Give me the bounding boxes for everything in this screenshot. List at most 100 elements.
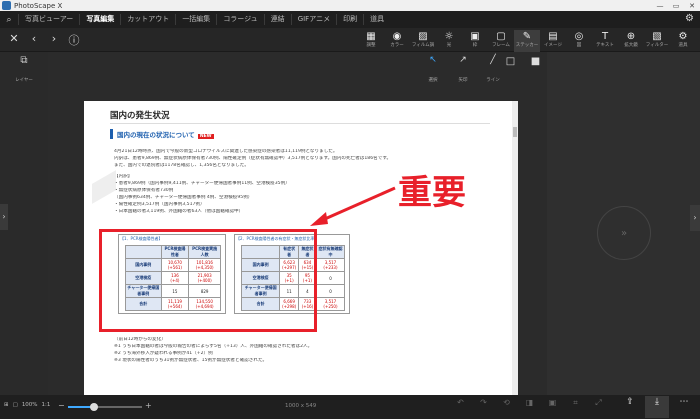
tool-shape[interactable]: ◎ 図 <box>566 30 592 52</box>
tool-label: カラー <box>390 43 404 48</box>
frame-icon: ▣ <box>470 31 480 42</box>
collapse-right-panel-button[interactable]: › <box>690 205 700 231</box>
home-search-icon[interactable]: ⌕ <box>0 11 18 28</box>
open-button[interactable]: ⇪開く <box>618 396 642 418</box>
new-badge: NEW <box>197 134 214 139</box>
grid-view-icon[interactable]: ⊞ <box>4 402 9 408</box>
zoom-percent[interactable]: 100% <box>22 402 38 408</box>
subtool-label: 矢印 <box>458 78 468 83</box>
module-tab-bar: ⌕ 写真ビューアー 写真編集 カットアウト 一括編集 コラージュ 連結 GIFア… <box>0 11 700 28</box>
redo-icon: ↷ <box>480 398 487 407</box>
close-window-button[interactable]: ✕ <box>684 2 700 10</box>
doc-line: 4月21日12時時点、国内で今般の新型コロナウイルスに関連した感染症の感染者は1… <box>114 149 338 154</box>
minimize-button[interactable]: — <box>652 2 668 10</box>
bottom-tool-redo[interactable]: ↷やり直し <box>473 397 494 417</box>
next-image-circle-icon[interactable]: » <box>597 206 651 260</box>
magnifier-icon: ⊕ <box>626 31 636 42</box>
tool-filter[interactable]: ▧ フィルター <box>644 30 670 52</box>
settings-gear-icon[interactable]: ⚙ <box>685 13 694 24</box>
revert-icon: ⟲ <box>503 398 510 407</box>
bottom-tool-save-copy[interactable]: ▣保存 <box>542 397 563 417</box>
tab-print[interactable]: 印刷 <box>336 14 363 25</box>
tool-label: 図 <box>576 43 582 48</box>
corner-marker <box>92 170 116 204</box>
tab-cutout[interactable]: カットアウト <box>120 14 175 25</box>
zoom-in-button[interactable]: + <box>145 401 152 410</box>
compare-icon: ◨ <box>525 398 534 407</box>
doc-subheading-text: 国内の現在の状況について <box>117 131 195 139</box>
red-highlight-box[interactable] <box>99 229 317 332</box>
bottom-tool-crop[interactable]: ⌗切り取り <box>565 397 586 417</box>
save-button[interactable]: ⤓保存 <box>645 396 669 418</box>
tab-tools[interactable]: 道具 <box>363 14 390 25</box>
tab-batch[interactable]: 一括編集 <box>175 14 216 25</box>
bottom-tool-compare[interactable]: ◨比較 <box>519 397 540 417</box>
red-arrow-sticker[interactable] <box>300 182 400 232</box>
tool-magnifier[interactable]: ⊕ 拡大鏡 <box>618 30 644 52</box>
tool-light[interactable]: ☼ 光 <box>436 30 462 52</box>
tool-frame[interactable]: ▣ 枠 <box>462 30 488 52</box>
table-cell: 0 <box>315 284 346 298</box>
subtool-label: ライン <box>486 78 500 83</box>
select-icon: ↖ <box>429 55 437 65</box>
tab-editor[interactable]: 写真編集 <box>79 14 120 25</box>
square-filled-icon[interactable]: ■ <box>530 56 541 67</box>
title-bar: PhotoScape X — ▭ ✕ <box>0 0 700 11</box>
navigation-buttons: ✕ ‹ › ⓘ <box>8 32 80 48</box>
sticker-icon: ✎ <box>522 31 532 42</box>
square-outline-icon[interactable]: □ <box>505 56 516 67</box>
table-cell: 3,517 (+250) <box>315 297 346 311</box>
subtool-select[interactable]: ↖ 選択 <box>420 54 446 83</box>
zoom-out-button[interactable]: − <box>58 401 65 410</box>
close-editor-icon[interactable]: ✕ <box>8 32 20 48</box>
actual-size-button[interactable]: 1:1 <box>42 402 51 408</box>
tool-film[interactable]: ▨ フィルム調 <box>410 30 436 52</box>
collapse-left-panel-button[interactable]: › <box>0 204 8 230</box>
fit-view-icon[interactable]: ▢ <box>13 402 18 408</box>
sticker-subtools: ↖ 選択 ↗ 矢印 ╱ ライン <box>420 54 506 83</box>
tool-label: 枠 <box>472 43 478 48</box>
tab-gif[interactable]: GIFアニメ <box>290 14 336 25</box>
tools-icon: ⚙ <box>678 31 688 42</box>
zoom-slider[interactable] <box>68 403 142 411</box>
layer-button[interactable]: ⧉ レイヤー <box>12 55 36 83</box>
resize-icon: ⤢ <box>595 398 602 407</box>
tool-label: 調整 <box>366 43 376 48</box>
image-icon: ▤ <box>548 31 558 42</box>
forward-chevron-icon[interactable]: › <box>48 32 60 48</box>
tool-text[interactable]: T テキスト <box>592 30 618 52</box>
info-icon[interactable]: ⓘ <box>68 32 80 48</box>
tool-tools[interactable]: ⚙ 道具 <box>670 30 696 52</box>
tool-label: 拡大鏡 <box>624 43 638 48</box>
tool-image[interactable]: ▤ イメージ <box>540 30 566 52</box>
annotation-text[interactable]: 重要 <box>398 175 466 211</box>
bottom-tool-resize[interactable]: ⤢サイズ <box>588 397 609 417</box>
tab-collage[interactable]: コラージュ <box>216 14 263 25</box>
more-button[interactable]: ⋯その他 <box>672 396 696 418</box>
tab-viewer[interactable]: 写真ビューアー <box>18 14 79 25</box>
subtool-arrow[interactable]: ↗ 矢印 <box>450 54 476 83</box>
maximize-button[interactable]: ▭ <box>668 2 684 10</box>
tool-sticker[interactable]: ✎ ステッカー <box>514 30 540 52</box>
tool-color[interactable]: ◉ カラー <box>384 30 410 52</box>
arrow-icon: ↗ <box>459 55 467 65</box>
zoom-slider-knob[interactable] <box>89 403 98 411</box>
bottom-tool-undo[interactable]: ↶元に戻す <box>450 397 471 417</box>
view-controls: ⊞ ▢ 100% 1:1 <box>4 402 50 408</box>
crop-icon: ⌗ <box>573 398 578 407</box>
tool-label: テキスト <box>596 43 614 48</box>
tool-label: 道具 <box>678 43 688 48</box>
light-icon: ☼ <box>444 31 454 42</box>
bottom-tool-revert[interactable]: ⟲元に戻す <box>496 397 517 417</box>
back-chevron-icon[interactable]: ‹ <box>28 32 40 48</box>
tab-combine[interactable]: 連結 <box>263 14 291 25</box>
left-panel: ⧉ レイヤー › <box>0 52 48 395</box>
tool-frame2[interactable]: ▢ フレーム <box>488 30 514 52</box>
table-cell: 3,517 (+233) <box>315 258 346 272</box>
doc-note-line: （前日12時からの変化） <box>114 337 166 342</box>
tool-adjust[interactable]: ▦ 調整 <box>358 30 384 52</box>
arrow-shaft <box>317 186 396 224</box>
subtool-line[interactable]: ╱ ライン <box>480 54 506 83</box>
text-icon: T <box>601 31 609 42</box>
undo-icon: ↶ <box>457 398 464 407</box>
